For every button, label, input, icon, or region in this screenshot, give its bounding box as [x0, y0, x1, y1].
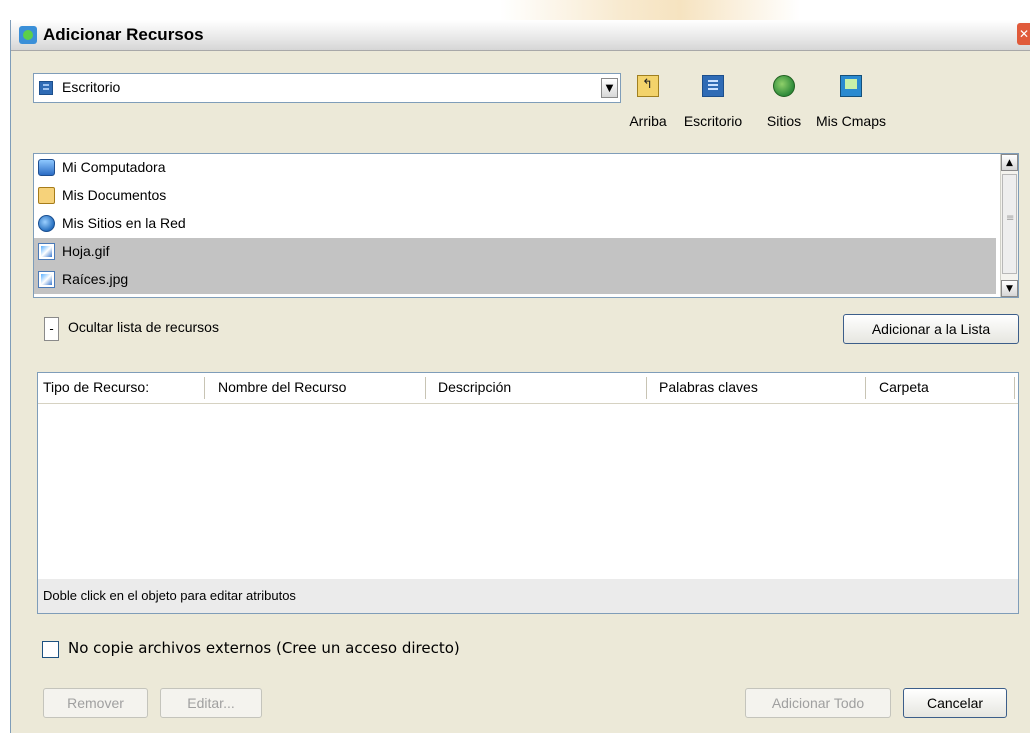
add-resources-dialog: Adicionar Recursos ✕ Escritorio ▼ Arriba…	[10, 20, 1030, 733]
column-header-type[interactable]: Tipo de Recurso:	[43, 379, 149, 395]
up-label: Arriba	[629, 113, 667, 129]
column-header-folder[interactable]: Carpeta	[879, 379, 929, 395]
edit-button[interactable]: Editar...	[160, 688, 262, 718]
list-item-label: Mi Computadora	[62, 159, 166, 175]
list-item-label: Raíces.jpg	[62, 271, 129, 287]
column-divider[interactable]	[865, 377, 866, 399]
list-item[interactable]: Mis Sitios en la Red	[34, 210, 996, 238]
list-item[interactable]: Hoja.gif	[34, 238, 996, 266]
column-header-description[interactable]: Descripción	[438, 379, 511, 395]
cmaps-monitor-icon	[840, 75, 862, 97]
network-places-icon	[38, 215, 55, 232]
list-item[interactable]: Raíces.jpg	[34, 266, 996, 294]
column-header-name[interactable]: Nombre del Recurso	[218, 379, 346, 395]
hide-list-label: Ocultar lista de recursos	[68, 319, 219, 335]
list-item-label: Hoja.gif	[62, 243, 110, 259]
location-value: Escritorio	[62, 79, 121, 95]
table-status-hint: Doble click en el objeto para editar atr…	[38, 579, 1018, 613]
up-button[interactable]: Arriba	[623, 75, 673, 129]
cmap-app-icon	[19, 26, 37, 44]
no-copy-checkbox[interactable]	[42, 641, 59, 658]
column-header-keywords[interactable]: Palabras claves	[659, 379, 758, 395]
column-divider[interactable]	[204, 377, 205, 399]
no-copy-label: No copie archivos externos (Cree un acce…	[68, 639, 460, 657]
title-bar[interactable]: Adicionar Recursos ✕	[11, 20, 1030, 51]
list-item-label: Mis Documentos	[62, 187, 167, 203]
globe-icon	[773, 75, 795, 97]
desktop-icon	[702, 75, 724, 97]
image-file-icon	[38, 271, 55, 288]
list-item-label: Mis Sitios en la Red	[62, 215, 186, 231]
add-all-button[interactable]: Adicionar Todo	[745, 688, 891, 718]
column-divider[interactable]	[1014, 377, 1015, 399]
dropdown-arrow-icon[interactable]: ▼	[601, 78, 618, 98]
table-header: Tipo de Recurso: Nombre del Recurso Desc…	[38, 373, 1018, 404]
scroll-thumb[interactable]	[1002, 174, 1017, 274]
computer-icon	[38, 159, 55, 176]
hide-list-toggle[interactable]: -	[44, 317, 59, 341]
my-cmaps-label: Mis Cmaps	[815, 113, 886, 129]
scroll-down-icon[interactable]: ▼	[1001, 280, 1018, 297]
vertical-scrollbar[interactable]: ▲ ▼	[1000, 154, 1018, 297]
sites-button[interactable]: Sitios	[761, 75, 807, 129]
image-file-icon	[38, 243, 55, 260]
folder-up-icon	[637, 75, 659, 97]
desktop-label: Escritorio	[683, 113, 743, 129]
background-banner	[500, 0, 800, 20]
desktop-icon	[39, 81, 53, 95]
close-button[interactable]: ✕	[1017, 23, 1030, 45]
resources-table[interactable]: Tipo de Recurso: Nombre del Recurso Desc…	[37, 372, 1019, 614]
scroll-up-icon[interactable]: ▲	[1001, 154, 1018, 171]
my-cmaps-button[interactable]: Mis Cmaps	[815, 75, 887, 129]
column-divider[interactable]	[425, 377, 426, 399]
column-divider[interactable]	[646, 377, 647, 399]
file-browser-list[interactable]: Mi Computadora Mis Documentos Mis Sitios…	[33, 153, 1019, 298]
list-item[interactable]: Mis Documentos	[34, 182, 996, 210]
location-combo[interactable]: Escritorio ▼	[33, 73, 621, 103]
list-item[interactable]: Mi Computadora	[34, 154, 996, 182]
sites-label: Sitios	[766, 113, 802, 129]
desktop-button[interactable]: Escritorio	[677, 75, 749, 129]
add-to-list-button[interactable]: Adicionar a la Lista	[843, 314, 1019, 344]
cancel-button[interactable]: Cancelar	[903, 688, 1007, 718]
dialog-title: Adicionar Recursos	[43, 25, 204, 44]
remove-button[interactable]: Remover	[43, 688, 148, 718]
documents-folder-icon	[38, 187, 55, 204]
